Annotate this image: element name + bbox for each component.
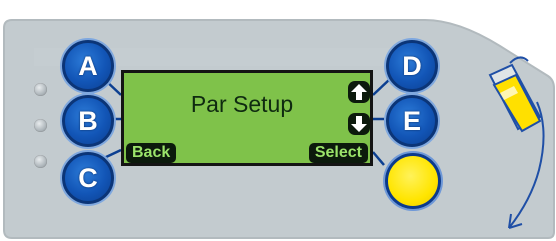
key-c-button[interactable]: C <box>62 152 114 204</box>
key-e-button[interactable]: E <box>386 95 438 147</box>
lcd-display: Par Setup Back Select <box>121 70 373 166</box>
key-b-button[interactable]: B <box>62 95 114 147</box>
key-d-label: D <box>402 50 422 81</box>
insert-arrow-icon <box>508 101 545 229</box>
back-softkey[interactable]: Back <box>126 143 177 163</box>
key-c-label: C <box>78 162 98 193</box>
screen-title: Par Setup <box>190 91 294 117</box>
key-e-label: E <box>402 105 421 136</box>
scroll-up-button[interactable] <box>348 81 370 103</box>
scroll-down-button[interactable] <box>348 113 370 135</box>
select-softkey[interactable]: Select <box>308 143 368 163</box>
arrow-down-icon <box>351 116 367 132</box>
key-d-button[interactable]: D <box>386 40 438 92</box>
control-panel: A B C D E Par Setup Back Select <box>0 0 556 241</box>
arrow-up-icon <box>351 84 367 100</box>
select-yellow-button[interactable] <box>385 153 441 209</box>
key-a-label: A <box>78 50 98 81</box>
key-b-label: B <box>78 105 98 136</box>
key-a-button[interactable]: A <box>62 40 114 92</box>
